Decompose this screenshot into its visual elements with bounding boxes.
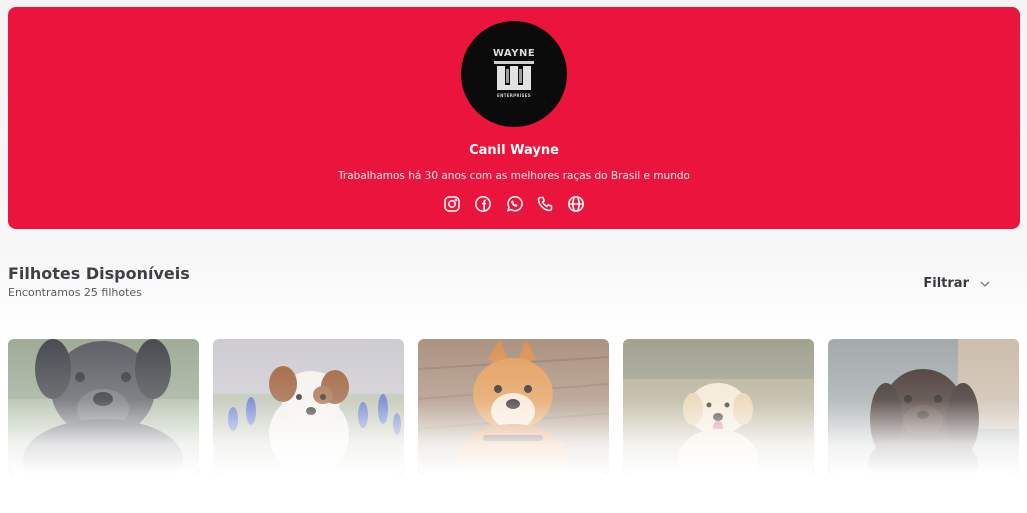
- logo-w-mark: [494, 60, 534, 90]
- section-title: Filhotes Disponíveis: [8, 264, 190, 283]
- logo-top-text: WAYNE: [492, 47, 536, 59]
- social-links: [8, 194, 1020, 213]
- kennel-logo: WAYNE ENTERPRISES: [461, 21, 567, 127]
- facebook-icon[interactable]: [474, 194, 493, 213]
- kennel-name: Canil Wayne: [469, 143, 559, 158]
- filter-dropdown[interactable]: Filtrar: [923, 276, 991, 291]
- whatsapp-icon[interactable]: [505, 194, 524, 213]
- puppy-card-1[interactable]: [8, 339, 199, 474]
- kennel-description: Trabalhamos há 30 anos com as melhores r…: [338, 170, 690, 182]
- instagram-icon[interactable]: [443, 194, 462, 213]
- chevron-down-icon: [980, 281, 990, 287]
- puppy-card-3[interactable]: [418, 339, 609, 474]
- filter-label: Filtrar: [923, 276, 969, 291]
- puppy-card-4[interactable]: [623, 339, 814, 474]
- puppy-card-2[interactable]: [213, 339, 404, 474]
- phone-icon[interactable]: [536, 194, 555, 213]
- kennel-header: WAYNE ENTERPRISES Canil Wayne Trabalhamo…: [8, 7, 1020, 229]
- puppy-card-5[interactable]: [828, 339, 1019, 474]
- globe-icon[interactable]: [567, 194, 586, 213]
- puppy-list: [8, 339, 1019, 474]
- page: WAYNE ENTERPRISES Canil Wayne Trabalhamo…: [0, 0, 1027, 513]
- puppies-count: Encontramos 25 filhotes: [8, 286, 142, 299]
- available-puppies-header: Filhotes Disponíveis Encontramos 25 filh…: [8, 263, 190, 301]
- logo-bottom-text: ENTERPRISES: [497, 92, 531, 98]
